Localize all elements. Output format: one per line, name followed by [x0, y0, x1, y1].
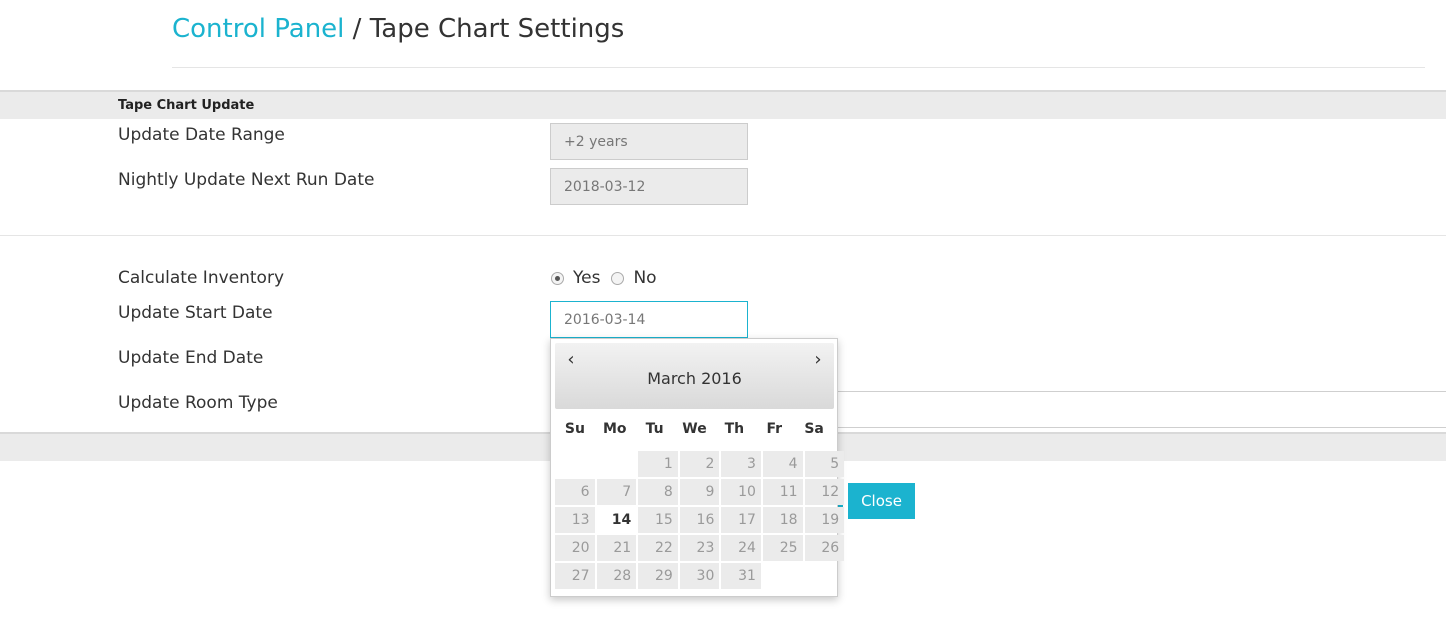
day-cell[interactable]: 20 — [555, 535, 595, 561]
update-start-date-label: Update Start Date — [118, 303, 273, 323]
day-cell-today[interactable]: 14 — [596, 507, 637, 533]
radio-no[interactable] — [611, 271, 625, 285]
day-cell[interactable]: 25 — [762, 535, 803, 561]
calculate-inventory-label: Calculate Inventory — [118, 268, 284, 288]
weekday-label: Th — [724, 421, 745, 437]
day-cell[interactable]: 6 — [555, 479, 595, 505]
section-title: Tape Chart Update — [118, 98, 255, 113]
day-cell[interactable]: 4 — [762, 451, 803, 477]
day-cell[interactable]: 16 — [679, 507, 720, 533]
day-cell[interactable]: 26 — [804, 535, 845, 561]
update-room-type-label: Update Room Type — [118, 393, 278, 413]
breadcrumb-current: Tape Chart Settings — [369, 14, 625, 44]
update-date-range-label: Update Date Range — [118, 125, 285, 145]
breadcrumb-separator: / — [344, 14, 370, 44]
day-cell[interactable]: 15 — [638, 507, 678, 533]
day-cell[interactable]: 3 — [721, 451, 761, 477]
day-cell[interactable]: 11 — [762, 479, 803, 505]
day-cell-empty — [555, 451, 595, 477]
day-cell[interactable]: 1 — [638, 451, 678, 477]
day-cell[interactable]: 30 — [679, 563, 720, 589]
day-cell[interactable]: 29 — [638, 563, 678, 589]
day-cell[interactable]: 13 — [555, 507, 595, 533]
day-cell[interactable]: 17 — [721, 507, 761, 533]
radio-no-label[interactable]: No — [633, 268, 656, 288]
nightly-update-next-run-input[interactable] — [550, 168, 748, 205]
radio-yes[interactable] — [551, 271, 564, 285]
weekday-label: Fr — [766, 421, 783, 437]
datepicker-days-grid: 1 2 3 4 5 6 7 8 9 10 11 12 13 14 15 16 17 18 19 20 21 22 23 24 2… — [555, 451, 845, 589]
day-cell[interactable]: 5 — [804, 451, 845, 477]
day-cell[interactable]: 27 — [555, 563, 595, 589]
day-cell[interactable]: 9 — [679, 479, 720, 505]
day-cell[interactable]: 18 — [762, 507, 803, 533]
datepicker-weekdays: Su Mo Tu We Th Fr Sa — [555, 421, 834, 437]
day-cell[interactable]: 2 — [679, 451, 720, 477]
datepicker-popup: ‹ › March 2016 Su Mo Tu We Th Fr Sa 1234567891… — [550, 338, 845, 597]
day-cell[interactable]: 28 — [596, 563, 637, 589]
datepicker-month-title[interactable]: March 2016 — [555, 369, 834, 388]
day-cell[interactable]: 24 — [721, 535, 761, 561]
chevron-right-icon[interactable]: › — [808, 349, 828, 370]
update-start-date-input[interactable] — [550, 301, 748, 338]
weekday-label: Tu — [645, 421, 664, 437]
weekday-label: Sa — [804, 421, 824, 437]
day-cell[interactable]: 21 — [596, 535, 637, 561]
breadcrumb-control-panel-link[interactable]: Control Panel — [172, 14, 344, 44]
room-type-input-edge — [836, 427, 1446, 428]
day-cell[interactable]: 19 — [804, 507, 845, 533]
radio-yes-label[interactable]: Yes — [573, 268, 600, 288]
close-button[interactable]: Close — [848, 483, 915, 519]
day-cell[interactable]: 10 — [721, 479, 761, 505]
weekday-label: Su — [564, 421, 585, 437]
update-end-date-label: Update End Date — [118, 348, 264, 368]
day-cell[interactable]: 31 — [721, 563, 761, 589]
section-header-tape-chart-update: Tape Chart Update — [0, 90, 1446, 119]
nightly-update-next-run-label: Nightly Update Next Run Date — [118, 170, 375, 190]
day-cell[interactable]: 23 — [679, 535, 720, 561]
title-divider — [172, 67, 1425, 68]
update-date-range-input[interactable] — [550, 123, 748, 160]
end-date-input-edge — [836, 391, 1446, 392]
day-cell[interactable]: 7 — [596, 479, 637, 505]
weekday-label: We — [682, 421, 707, 437]
section-divider — [0, 235, 1446, 236]
datepicker-header: ‹ › March 2016 — [555, 343, 834, 409]
page-title: Control Panel / Tape Chart Settings — [172, 14, 624, 44]
day-cell-empty — [597, 451, 637, 477]
weekday-label: Mo — [603, 421, 627, 437]
day-cell[interactable]: 8 — [638, 479, 678, 505]
chevron-left-icon[interactable]: ‹ — [561, 349, 581, 370]
day-cell[interactable]: 22 — [638, 535, 678, 561]
calculate-inventory-radio-group: Yes No — [550, 268, 667, 288]
day-cell[interactable]: 12 — [804, 479, 845, 505]
